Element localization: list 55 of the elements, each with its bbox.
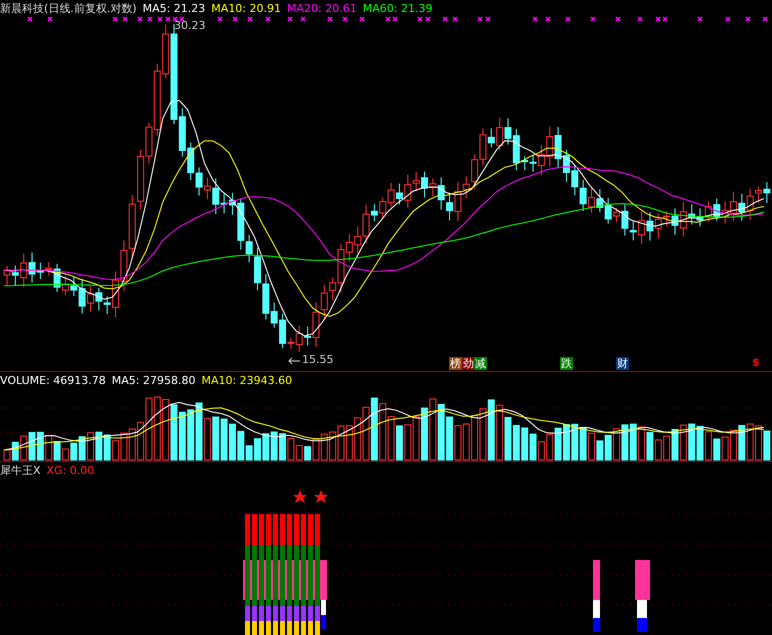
moving-average-value: MA20: 20.61 xyxy=(287,2,357,14)
moving-average-value: MA10: 20.91 xyxy=(211,2,282,14)
cross-marker-icon xyxy=(122,16,128,22)
event-tag[interactable]: 榜 xyxy=(449,357,462,370)
volume-value: VOLUME: 46913.78 xyxy=(0,374,106,386)
cross-marker-icon xyxy=(247,16,253,22)
cross-marker-icon xyxy=(590,16,596,22)
cross-marker-icon xyxy=(287,16,293,22)
cross-marker-icon xyxy=(762,16,768,22)
cross-marker-icon xyxy=(157,16,163,22)
cross-marker-icon xyxy=(725,16,731,22)
cross-marker-icon xyxy=(359,16,365,22)
cross-marker-icon xyxy=(697,16,703,22)
arrow-icon xyxy=(287,357,301,365)
event-tag[interactable]: 劲 xyxy=(462,357,475,370)
cross-marker-icon xyxy=(417,16,423,22)
cross-marker-icon xyxy=(265,16,271,22)
cross-marker-icon xyxy=(545,16,551,22)
signal-bars-drawing xyxy=(593,560,600,632)
chart-title: 新晨科技(日线.前复权.对数) xyxy=(0,0,137,16)
cross-marker-icon xyxy=(137,16,143,22)
indicator-name: 犀牛王X xyxy=(0,462,41,478)
cross-marker-icon xyxy=(532,16,538,22)
event-tag[interactable]: 跌 xyxy=(560,357,573,370)
cross-marker-icon xyxy=(485,16,491,22)
cross-marker-icon xyxy=(745,16,751,22)
cross-marker-icon xyxy=(452,16,458,22)
moving-average-value: MA60: 21.39 xyxy=(362,2,432,14)
cross-marker-icon xyxy=(232,16,238,22)
cross-marker-icon xyxy=(637,16,643,22)
cross-marker-icon xyxy=(342,16,348,22)
cross-marker-icon xyxy=(565,16,571,22)
cross-marker-icon xyxy=(300,16,306,22)
cross-marker-icon xyxy=(477,16,483,22)
high-price-label: 30.23 xyxy=(174,19,206,32)
marker-symbol: $ xyxy=(752,356,760,369)
event-tag[interactable]: 减 xyxy=(474,357,487,370)
volume-value: MA5: 27958.80 xyxy=(112,374,196,386)
cross-marker-icon xyxy=(442,16,448,22)
cross-marker-icon xyxy=(147,16,153,22)
cross-marker-icon xyxy=(112,16,118,22)
cross-marker-icon xyxy=(425,16,431,22)
star-icon xyxy=(293,490,307,503)
star-icon xyxy=(314,490,328,503)
cross-marker-icon xyxy=(615,16,621,22)
volume-value: MA10: 23943.60 xyxy=(201,374,292,386)
moving-average-value: MA5: 21.23 xyxy=(142,2,206,14)
signal-value: XG: 0.00 xyxy=(46,464,94,476)
cross-marker-icon xyxy=(27,16,33,22)
event-tag[interactable]: 财 xyxy=(616,357,629,370)
cross-marker-icon xyxy=(327,16,333,22)
cross-marker-icon xyxy=(47,16,53,22)
cross-marker-icon xyxy=(217,16,223,22)
low-price-label: 15.55 xyxy=(302,353,334,366)
signal-bars-drawing xyxy=(635,560,650,632)
